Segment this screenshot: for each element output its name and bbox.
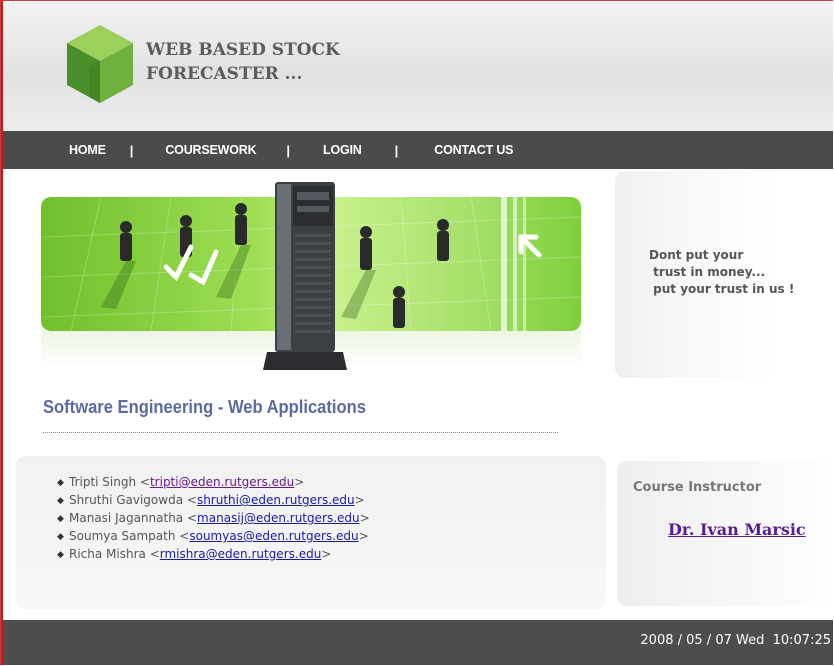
nav-separator: |	[394, 142, 399, 158]
list-item: ◆ Richa Mishra <rmishra@eden.rutgers.edu>	[57, 546, 370, 564]
list-item: ◆ Manasi Jagannatha <manasij@eden.rutgers…	[57, 510, 370, 528]
slogan-line3: put your trust in us !	[649, 282, 795, 296]
member-email-link[interactable]: soumyas@eden.rutgers.edu	[189, 529, 358, 543]
member-name: Richa Mishra	[69, 547, 146, 561]
nav-bar: HOME | COURSEWORK | LOGIN | CONTACT US	[3, 131, 833, 169]
server-tower-icon	[263, 182, 347, 370]
divider	[43, 432, 558, 433]
bullet-icon: ◆	[57, 532, 64, 542]
cube-logo-icon	[67, 25, 133, 103]
nav-home[interactable]: HOME	[69, 143, 106, 157]
site-title: WEB BASED STOCK FORECASTER ...	[146, 38, 446, 86]
section-title: Software Engineering - Web Applications	[43, 397, 366, 417]
member-email-link[interactable]: tripti@eden.rutgers.edu	[150, 475, 294, 489]
nav-coursework[interactable]: COURSEWORK	[165, 143, 256, 157]
bullet-icon: ◆	[57, 514, 64, 524]
nav-login[interactable]: LOGIN	[323, 143, 362, 157]
nav-contact-us[interactable]: CONTACT US	[434, 143, 513, 157]
bullet-icon: ◆	[57, 496, 64, 506]
list-item: ◆ Shruthi Gavigowda <shruthi@eden.rutgers…	[57, 492, 370, 510]
date-time-display: 2008 / 05 / 07 Wed 10:07:25	[640, 633, 831, 648]
site-title-line2: FORECASTER ...	[146, 64, 303, 84]
team-list: ◆ Tripti Singh <tripti@eden.rutgers.edu> …	[57, 474, 370, 564]
member-email-link[interactable]: rmishra@eden.rutgers.edu	[160, 547, 322, 561]
slogan-line2: trust in money...	[649, 265, 766, 279]
list-item: ◆ Tripti Singh <tripti@eden.rutgers.edu>	[57, 474, 370, 492]
instructor-link[interactable]: Dr. Ivan Marsic	[668, 520, 806, 539]
member-name: Soumya Sampath	[69, 529, 176, 543]
nav-separator: |	[129, 142, 134, 158]
bullet-icon: ◆	[57, 478, 64, 488]
header: WEB BASED STOCK FORECASTER ...	[3, 3, 833, 131]
slogan-line1: Dont put your	[649, 248, 744, 262]
member-name: Shruthi Gavigowda	[69, 493, 184, 507]
slogan: Dont put your trust in money... put your…	[649, 247, 794, 298]
site-title-line1: WEB BASED STOCK	[146, 40, 340, 60]
list-item: ◆ Soumya Sampath <soumyas@eden.rutgers.ed…	[57, 528, 370, 546]
footer: 2008 / 05 / 07 Wed 10:07:25	[3, 620, 833, 665]
member-name: Manasi Jagannatha	[69, 511, 184, 525]
nav-separator: |	[286, 142, 291, 158]
member-email-link[interactable]: manasij@eden.rutgers.edu	[197, 511, 360, 525]
page-frame: WEB BASED STOCK FORECASTER ... HOME | CO…	[0, 0, 833, 665]
member-name: Tripti Singh	[69, 475, 137, 489]
instructor-label: Course Instructor	[633, 480, 762, 495]
bullet-icon: ◆	[57, 550, 64, 560]
member-email-link[interactable]: shruthi@eden.rutgers.edu	[197, 493, 355, 507]
